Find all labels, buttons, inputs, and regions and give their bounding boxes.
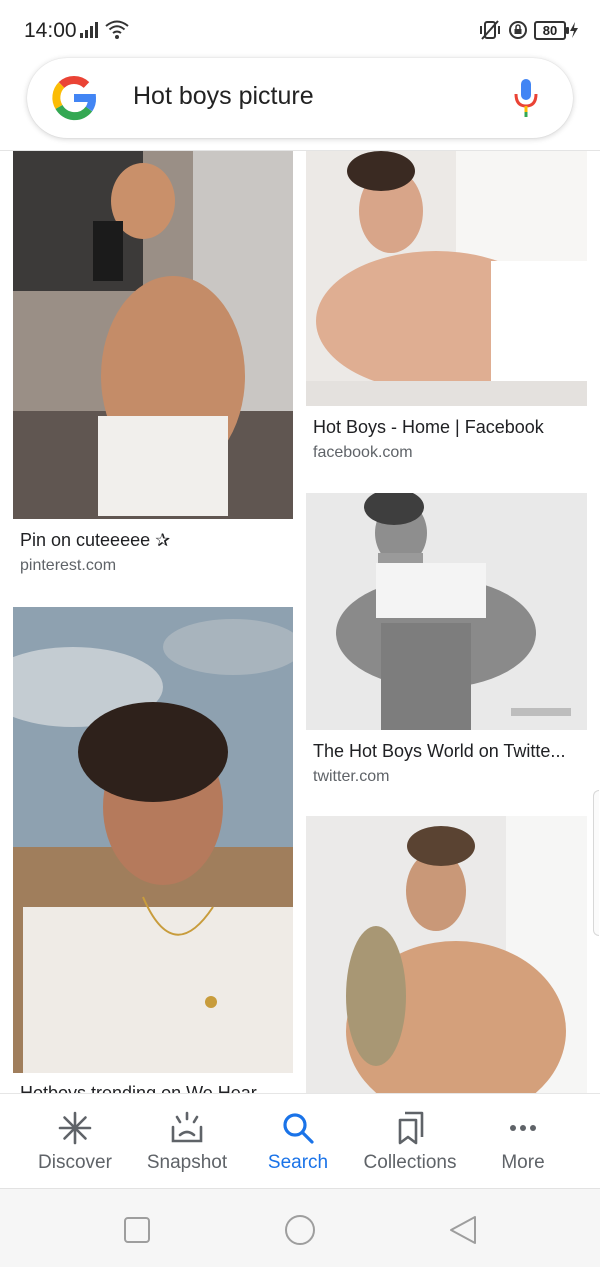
result-title[interactable]: The Hot Boys World on Twitte... (313, 741, 583, 762)
result-title[interactable]: Pin on cuteeeee ✰ (20, 530, 290, 551)
home-icon[interactable] (283, 1213, 317, 1247)
result-card[interactable]: Hotboys trending on We Hear (13, 607, 293, 1093)
result-title[interactable]: Hotboys trending on We Hear (20, 1083, 290, 1093)
nav-more[interactable]: More (463, 1094, 583, 1189)
image-results-grid: Pin on cuteeeee ✰ pinterest.com Hot Boys… (0, 151, 600, 1093)
google-logo-icon[interactable] (51, 75, 97, 121)
nav-label: Search (267, 1152, 329, 1173)
nav-search[interactable]: Search (238, 1094, 358, 1189)
result-source[interactable]: pinterest.com (20, 557, 116, 575)
recent-apps-icon[interactable] (120, 1213, 154, 1247)
wifi-icon (105, 20, 129, 39)
nav-discover[interactable]: Discover (15, 1094, 135, 1189)
collections-icon (398, 1111, 424, 1145)
search-bar[interactable]: Hot boys picture (27, 58, 573, 138)
asterisk-icon (58, 1111, 92, 1145)
edge-panel-handle[interactable] (593, 790, 599, 936)
nav-label: Snapshot (146, 1152, 228, 1173)
result-thumbnail[interactable] (306, 493, 587, 730)
result-thumbnail[interactable] (13, 607, 293, 1073)
system-navigation-bar (0, 1188, 600, 1267)
charging-icon (570, 22, 578, 38)
result-card[interactable]: Hot Boys - Home | Facebook facebook.com (306, 151, 587, 481)
nav-snapshot[interactable]: Snapshot (127, 1094, 247, 1189)
result-thumbnail[interactable] (306, 816, 587, 1093)
snapshot-icon (171, 1111, 203, 1143)
nav-label: More (501, 1152, 545, 1173)
result-thumbnail[interactable] (306, 151, 587, 406)
result-thumbnail[interactable] (13, 151, 293, 519)
vibrate-off-icon (480, 20, 500, 40)
nav-label: Discover (38, 1152, 112, 1173)
search-query[interactable]: Hot boys picture (133, 82, 314, 111)
bottom-navigation: Discover Snapshot Search Collections Mor… (0, 1093, 600, 1188)
result-source[interactable]: twitter.com (313, 768, 389, 786)
result-card[interactable]: Pin on cuteeeee ✰ pinterest.com (13, 151, 293, 591)
nav-collections[interactable]: Collections (350, 1094, 470, 1189)
result-card[interactable]: The Hot Boys World on Twitte... twitter.… (306, 493, 587, 813)
result-card[interactable] (306, 816, 587, 1093)
status-time: 14:00 (24, 19, 77, 42)
rotation-lock-icon (509, 21, 527, 39)
more-dots-icon (510, 1125, 536, 1131)
back-icon[interactable] (446, 1213, 480, 1247)
microphone-icon[interactable] (513, 79, 539, 117)
search-icon (283, 1113, 314, 1144)
result-source[interactable]: facebook.com (313, 444, 413, 462)
battery-indicator: 80 (534, 21, 569, 40)
result-title[interactable]: Hot Boys - Home | Facebook (313, 417, 583, 438)
status-bar: 14:00 80 (0, 0, 600, 60)
signal-icon (80, 22, 98, 38)
nav-label: Collections (363, 1152, 457, 1173)
